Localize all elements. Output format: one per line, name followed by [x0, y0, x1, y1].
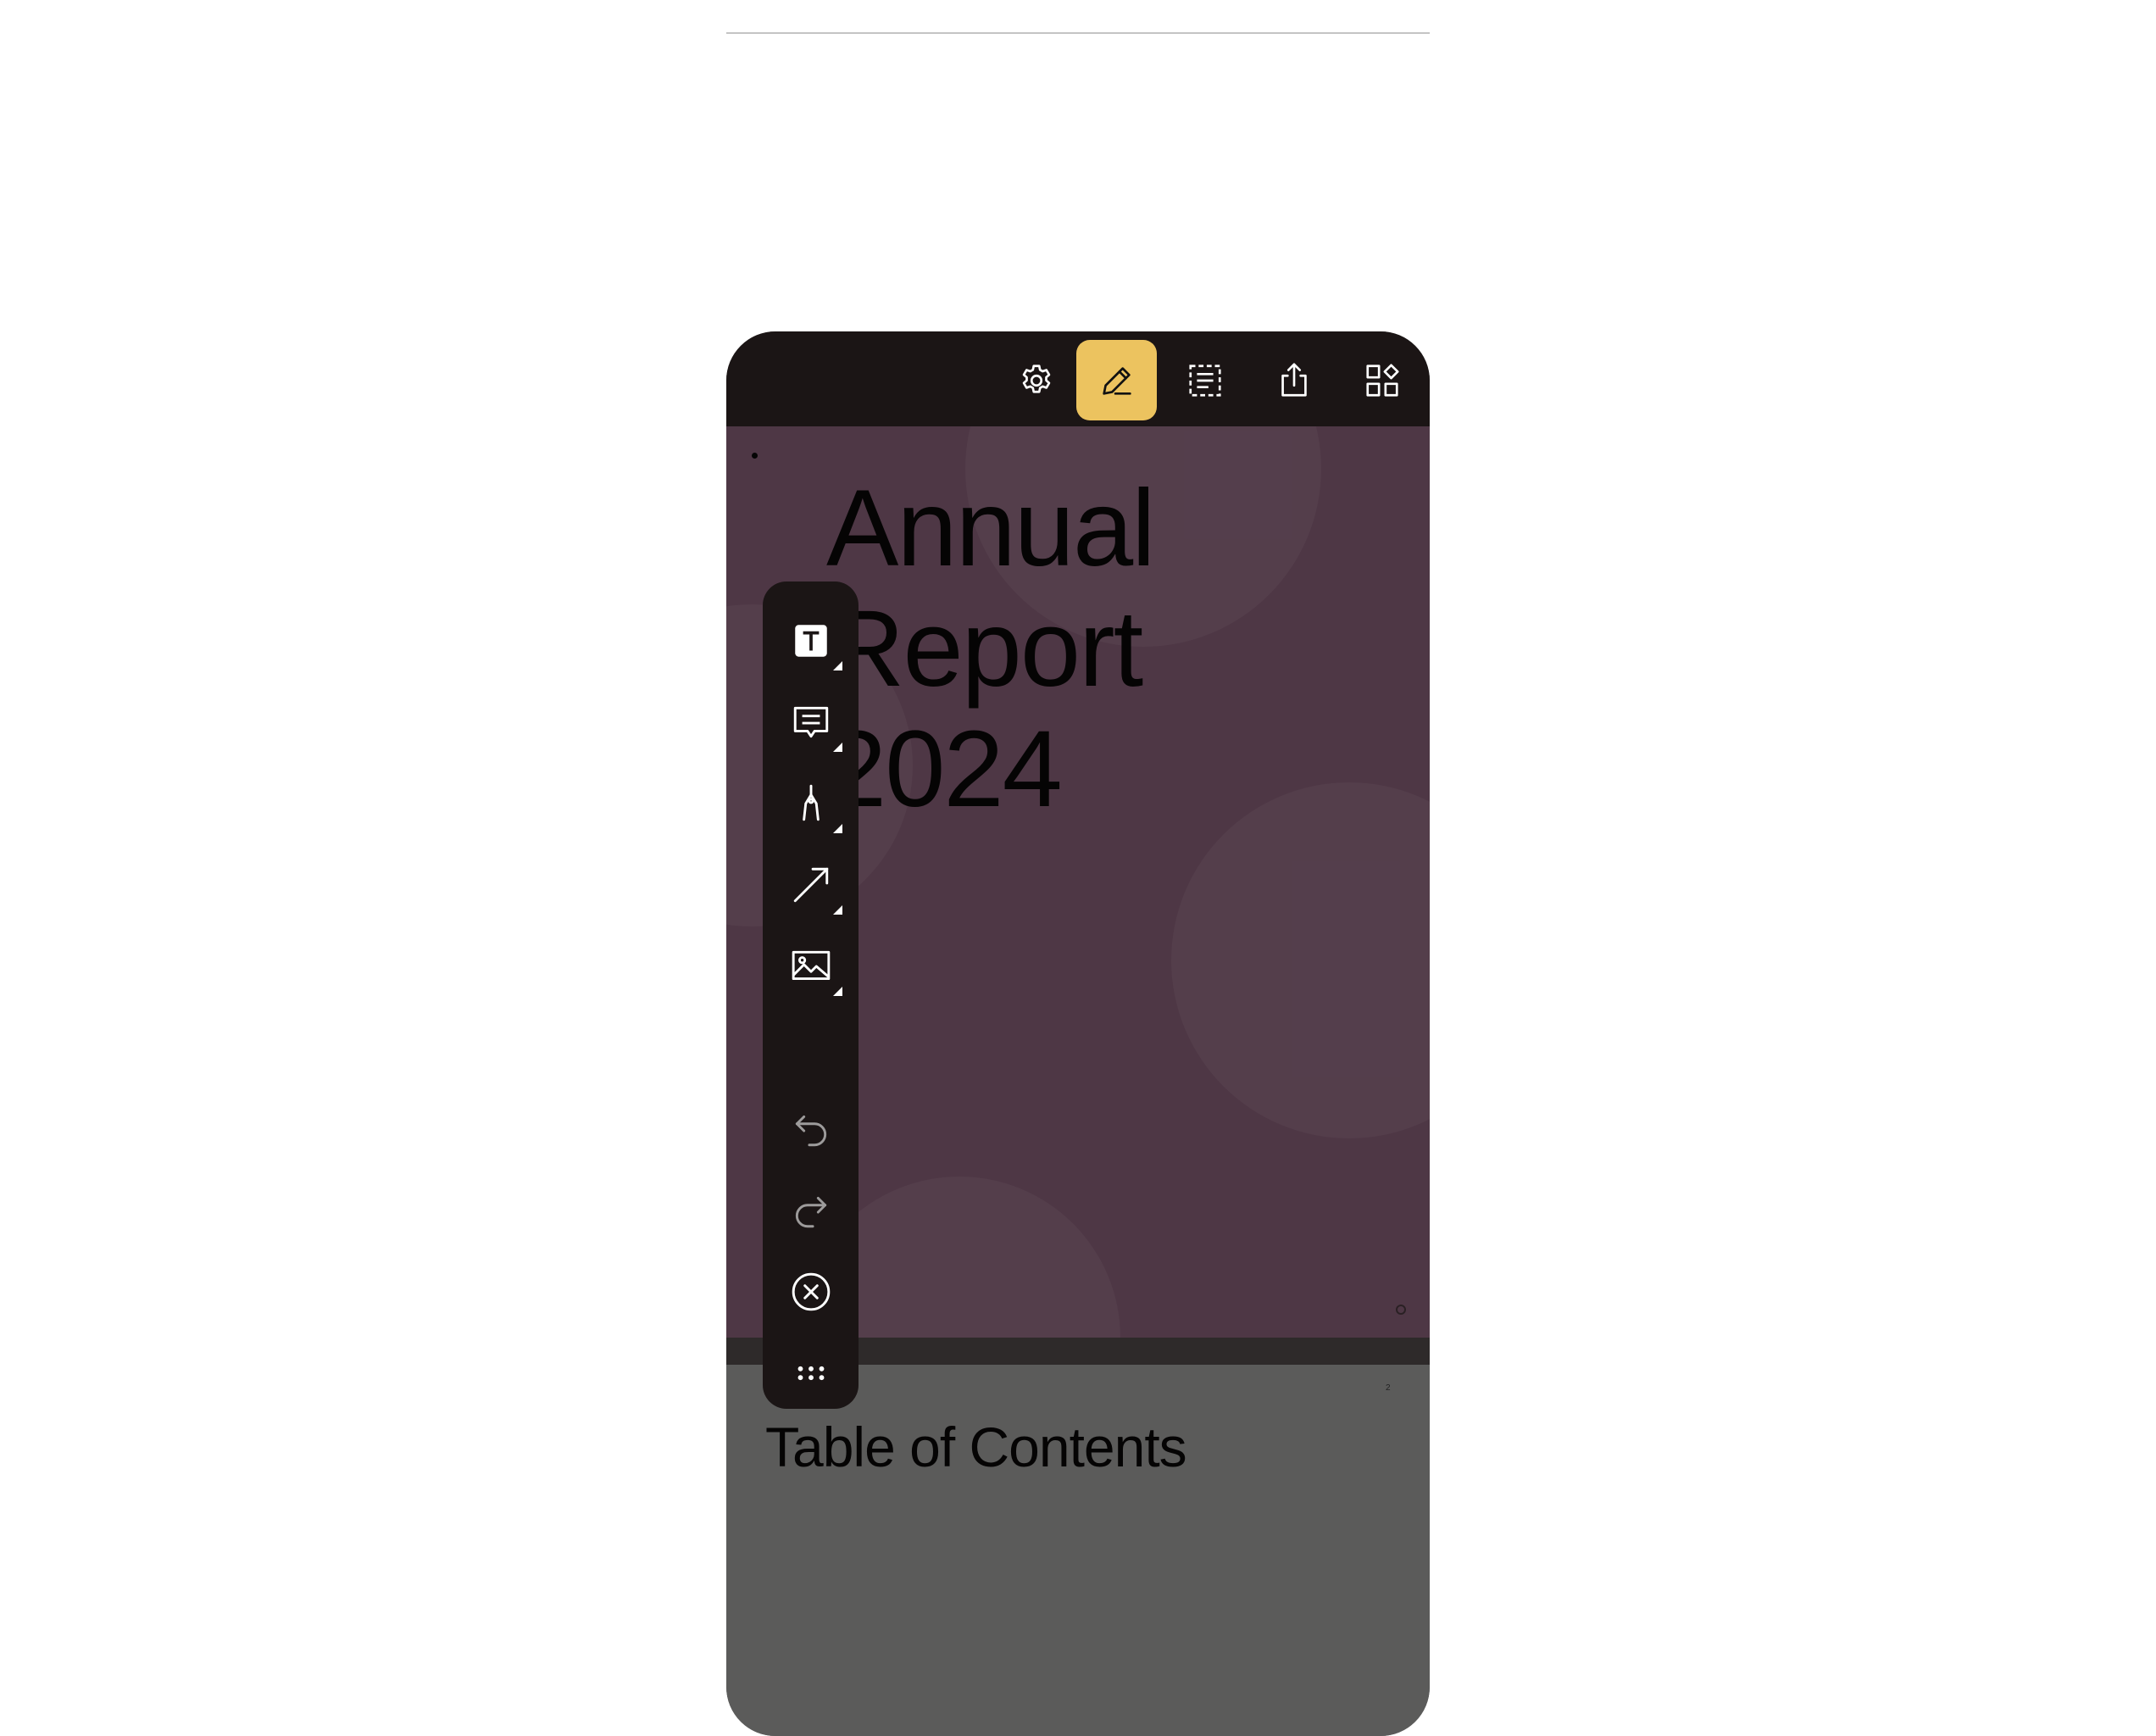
undo-icon [795, 1115, 827, 1147]
tool-options-indicator [833, 905, 842, 915]
tool-options-indicator [833, 743, 842, 752]
text-tool-icon [795, 625, 827, 657]
decorative-circle [1171, 782, 1430, 1138]
toolbar-drag-handle[interactable] [778, 1340, 844, 1406]
settings-button[interactable] [996, 340, 1076, 420]
share-button[interactable] [1253, 340, 1334, 420]
thumbnails-button[interactable] [1342, 340, 1422, 420]
text-tool-button[interactable] [778, 608, 844, 674]
image-tool-button[interactable] [778, 933, 844, 999]
top-divider [726, 32, 1430, 34]
drag-handle-icon [797, 1366, 825, 1381]
cover-title: Annual Report 2024 [826, 468, 1156, 830]
close-circle-icon [792, 1272, 831, 1311]
resize-handle[interactable] [1396, 1305, 1406, 1315]
toc-page[interactable]: 2 Table of Contents [726, 1365, 1430, 1736]
pen-icon [803, 784, 820, 821]
selection-handle[interactable] [752, 453, 758, 459]
thumbnails-icon [1365, 363, 1399, 397]
tool-options-indicator [833, 987, 842, 996]
comment-icon [793, 706, 829, 738]
close-toolbar-button[interactable] [778, 1259, 844, 1325]
toc-title: Table of Contents [765, 1416, 1187, 1478]
share-icon [1281, 362, 1307, 397]
page-number: 2 [1386, 1383, 1391, 1393]
image-icon [792, 950, 831, 981]
annotation-toolbar [763, 581, 859, 1409]
text-selection-icon [1188, 364, 1221, 397]
main-toolbar [726, 331, 1430, 426]
annotate-button[interactable] [1076, 340, 1157, 420]
ink-tool-button[interactable] [778, 771, 844, 837]
gear-icon [1022, 364, 1050, 393]
text-selection-button[interactable] [1164, 340, 1245, 420]
redo-button[interactable] [778, 1177, 844, 1244]
comment-tool-button[interactable] [778, 689, 844, 755]
pencil-icon [1102, 366, 1131, 395]
line-tool-button[interactable] [778, 852, 844, 918]
arrow-line-icon [793, 867, 829, 903]
tool-options-indicator [833, 661, 842, 670]
tool-options-indicator [833, 824, 842, 833]
redo-icon [795, 1196, 827, 1228]
undo-button[interactable] [778, 1096, 844, 1162]
